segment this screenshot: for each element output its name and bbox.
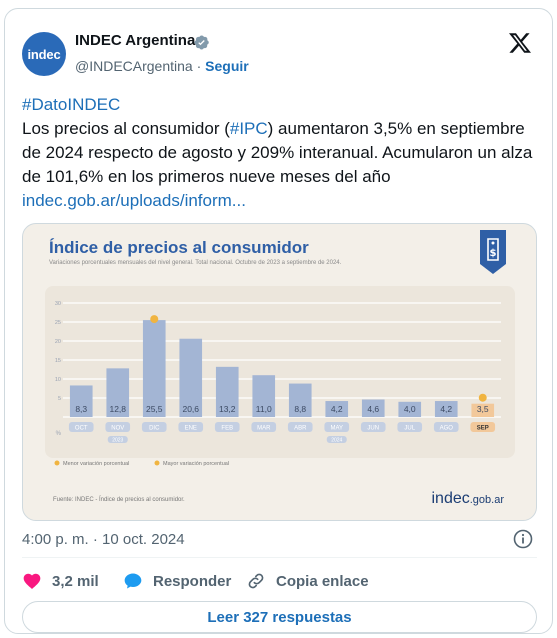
- verified-badge-icon: [194, 35, 209, 50]
- category-label: MAY: [330, 426, 343, 432]
- bar-value-label: 8,8: [294, 404, 306, 414]
- tweet-text-prefix: Los precios al consumidor (: [22, 119, 230, 138]
- bar-value-label: 4,2: [331, 404, 343, 414]
- like-count: 3,2 mil: [52, 572, 99, 590]
- category-label: ABR: [294, 426, 307, 432]
- year-label-2023: 2023: [112, 438, 123, 444]
- bar-value-label: 20,6: [182, 404, 199, 414]
- bar-value-label: 3,5: [477, 404, 489, 414]
- avatar-label: indec: [27, 46, 61, 62]
- infographic-image[interactable]: Índice de precios al consumidor Variacio…: [22, 223, 537, 521]
- report-link[interactable]: indec.gob.ar/uploads/inform...: [22, 191, 246, 210]
- category-label: SEP: [477, 426, 489, 432]
- y-unit-label: %: [56, 431, 62, 437]
- like-button[interactable]: 3,2 mil: [22, 571, 99, 591]
- x-logo-icon[interactable]: [508, 31, 532, 55]
- y-tick-label: 5: [58, 396, 61, 402]
- category-label: JUN: [367, 426, 379, 432]
- author-name[interactable]: INDEC Argentina: [75, 32, 195, 49]
- legend-max-dot: [154, 460, 160, 466]
- y-tick-label: 10: [55, 377, 61, 383]
- year-label-2024: 2024: [331, 438, 342, 444]
- hashtag-dato-indec[interactable]: #DatoINDEC: [22, 93, 537, 117]
- reply-label: Responder: [153, 572, 232, 590]
- read-replies-button[interactable]: Leer 327 respuestas: [22, 601, 537, 633]
- category-label: NOV: [111, 426, 124, 432]
- source-note: Fuente: INDEC - Índice de precios al con…: [53, 497, 185, 503]
- category-label: AGO: [440, 426, 454, 432]
- category-label: MAR: [257, 426, 271, 432]
- legend-min-label: Menor variación porcentual: [63, 461, 129, 467]
- separator: ·: [196, 58, 202, 74]
- y-tick-label: 25: [55, 320, 61, 326]
- bar-value-label: 11,0: [256, 404, 272, 414]
- handle-row: @INDECArgentina · Seguir: [75, 58, 249, 74]
- max-marker: [150, 315, 159, 324]
- tweet-body: Los precios al consumidor (#IPC) aumenta…: [22, 119, 532, 210]
- y-tick-label: 15: [55, 358, 61, 364]
- copy-link-label: Copia enlace: [276, 572, 369, 590]
- bar-value-label: 12,8: [109, 404, 126, 414]
- bar-value-label: 4,0: [404, 404, 416, 414]
- hashtag-ipc[interactable]: #IPC: [230, 119, 268, 138]
- tweet-card: indec INDEC Argentina @INDECArgentina · …: [4, 8, 553, 634]
- follow-button[interactable]: Seguir: [205, 58, 249, 74]
- author-handle[interactable]: @INDECArgentina: [75, 58, 193, 74]
- y-tick-label: 20: [55, 339, 61, 345]
- bar-value-label: 4,6: [367, 404, 379, 414]
- reply-button[interactable]: Responder: [123, 571, 231, 591]
- avatar[interactable]: indec: [22, 32, 66, 76]
- link-icon: [248, 573, 264, 589]
- tweet-timestamp[interactable]: 4:00 p. m. · 10 oct. 2024: [22, 531, 185, 548]
- min-marker: [478, 393, 487, 402]
- legend-max-label: Mayor variación porcentual: [163, 461, 229, 467]
- copy-link-button[interactable]: Copia enlace: [246, 571, 369, 591]
- divider: [22, 557, 537, 558]
- bar-value-label: 25,5: [146, 404, 163, 414]
- indec-logo: indec.gob.ar: [432, 490, 505, 508]
- indec-brand: indec: [431, 490, 470, 507]
- ipc-bar-chart: 5 10 15 20 25 30% 8,3 OCT 12,8 NOV 25,5 DIC 20,6 ENE 1…: [45, 286, 515, 467]
- y-tick-label: 30: [55, 301, 61, 307]
- bar-value-label: 8,3: [75, 404, 87, 414]
- category-label: ENE: [185, 426, 197, 432]
- legend-min-dot: [54, 460, 60, 466]
- category-label: FEB: [221, 426, 233, 432]
- bar-value-label: 4,2: [440, 404, 452, 414]
- info-icon[interactable]: [513, 529, 533, 549]
- bar: [142, 320, 166, 417]
- tweet-text: #DatoINDEC Los precios al consumidor (#I…: [22, 93, 537, 213]
- heart-icon: [23, 573, 41, 589]
- indec-brand-suffix: .gob.ar: [469, 494, 504, 506]
- speech-bubble-icon: [124, 573, 142, 589]
- category-label: JUL: [404, 426, 415, 432]
- bar-value-label: 13,2: [219, 404, 236, 414]
- category-label: DIC: [149, 426, 160, 432]
- category-label: OCT: [75, 426, 88, 432]
